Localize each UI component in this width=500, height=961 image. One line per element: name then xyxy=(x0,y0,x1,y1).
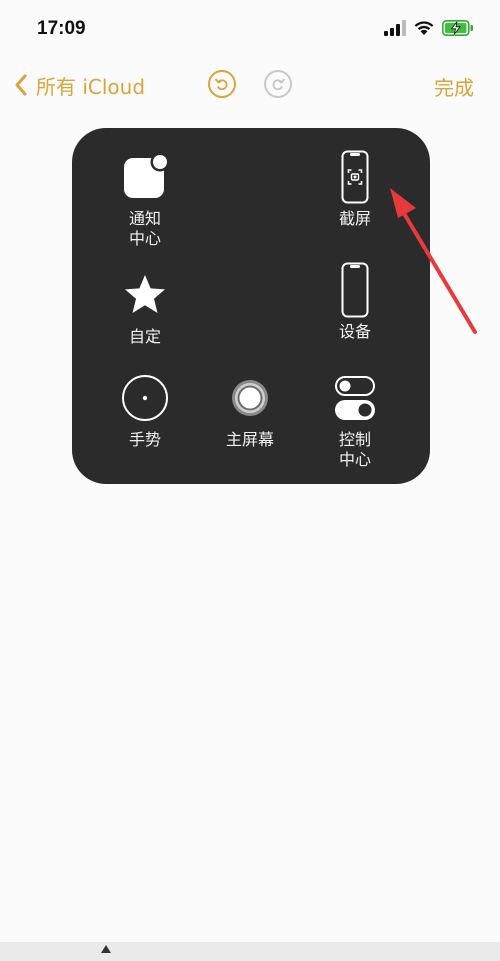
menu-item-label: 通知 中心 xyxy=(128,209,161,248)
redo-icon xyxy=(272,78,285,91)
status-time: 17:09 xyxy=(37,18,86,39)
screenshot-icon xyxy=(330,150,380,204)
home-icon xyxy=(225,373,275,423)
menu-item-label: 控制 中心 xyxy=(338,430,371,469)
menu-item-label: 主屏幕 xyxy=(225,430,274,449)
menu-item-custom[interactable]: 自定 xyxy=(95,270,195,347)
undo-button[interactable] xyxy=(208,70,236,98)
menu-item-label: 自定 xyxy=(128,327,161,346)
menu-item-notification-center[interactable]: 通知 中心 xyxy=(95,152,195,249)
menu-item-gesture[interactable]: 手势 xyxy=(95,373,195,450)
menu-item-screenshot[interactable]: 截屏 xyxy=(305,150,405,229)
nav-bar: 所有 iCloud 完成 xyxy=(0,60,500,112)
menu-item-label: 手势 xyxy=(128,430,161,449)
undo-icon xyxy=(215,78,228,91)
menu-item-home[interactable]: 主屏幕 xyxy=(200,373,300,450)
back-label: 所有 iCloud xyxy=(36,74,146,99)
cellular-signal-icon xyxy=(384,20,406,36)
battery-charging-icon xyxy=(442,20,473,36)
menu-item-device[interactable]: 设备 xyxy=(305,262,405,342)
notification-center-icon xyxy=(120,152,170,202)
wifi-icon xyxy=(414,21,434,35)
redo-button[interactable] xyxy=(264,70,292,98)
gesture-icon xyxy=(120,373,170,423)
control-center-icon xyxy=(330,373,380,423)
done-button[interactable]: 完成 xyxy=(434,72,474,101)
bottom-toolbar xyxy=(0,942,500,961)
bottom-caret-icon xyxy=(101,945,111,953)
menu-item-label: 截屏 xyxy=(338,209,371,228)
back-button[interactable]: 所有 iCloud xyxy=(12,70,145,100)
assistive-touch-menu: 通知 中心 截屏 自定 设备 手势 主屏幕 控制 中心 xyxy=(72,128,430,484)
menu-item-label: 设备 xyxy=(338,322,371,341)
device-icon xyxy=(330,262,380,318)
menu-item-control-center[interactable]: 控制 中心 xyxy=(305,373,405,470)
chevron-left-icon xyxy=(15,74,27,96)
obscured-title xyxy=(160,64,350,110)
status-bar: 17:09 xyxy=(0,0,500,56)
star-icon xyxy=(120,270,170,320)
